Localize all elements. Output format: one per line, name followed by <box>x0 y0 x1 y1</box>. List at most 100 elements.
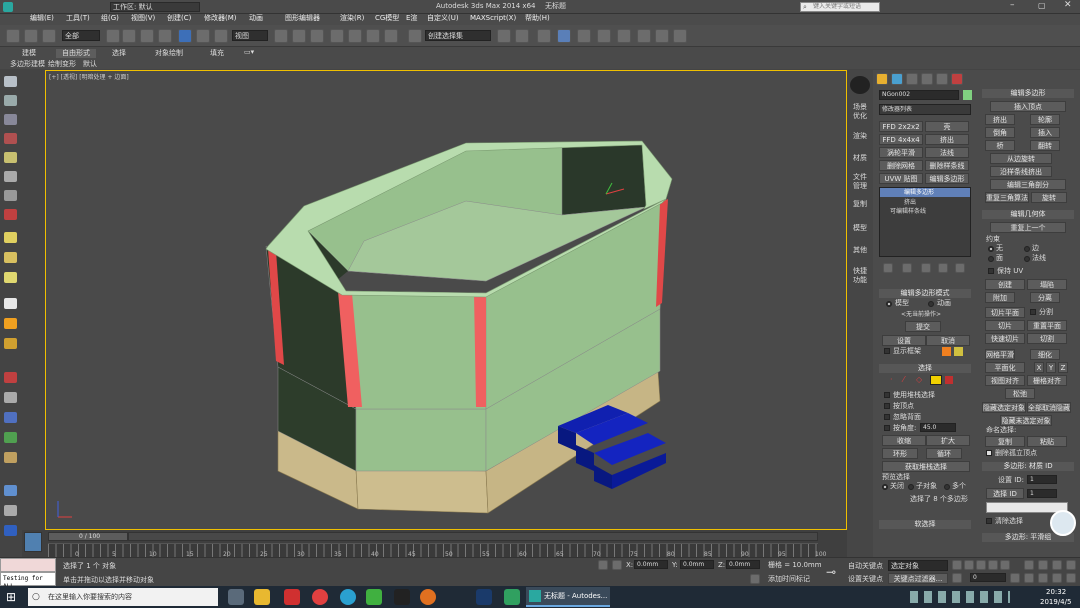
go-start-icon[interactable] <box>952 560 962 570</box>
taskbar-search-input[interactable]: 在这里输入你要搜索的内容 <box>48 592 132 602</box>
maxscript-listener[interactable] <box>0 558 56 572</box>
tub-model[interactable] <box>46 71 848 531</box>
commit-button[interactable]: 提交 <box>905 321 941 332</box>
create-button[interactable]: 创建 <box>985 279 1025 290</box>
pivot-center-icon[interactable] <box>274 29 288 43</box>
keyboard-shortcut-icon[interactable] <box>310 29 324 43</box>
track-bar[interactable] <box>48 543 818 557</box>
prev-frame-icon[interactable] <box>964 560 974 570</box>
select-rotate-icon[interactable] <box>196 29 210 43</box>
constraint-normal-radio[interactable] <box>1024 256 1030 262</box>
mod-uvw-map[interactable]: UVW 贴图 <box>879 173 923 184</box>
testing-field[interactable]: Testing for ALL <box>0 572 56 590</box>
tool-icon-21[interactable] <box>4 505 17 516</box>
search-input[interactable]: 键入关键字或短语 <box>813 3 861 11</box>
snap-toggle-icon[interactable] <box>330 29 344 43</box>
edit-polygons-header[interactable]: 编辑多边形 <box>982 89 1074 98</box>
shrink-button[interactable]: 收缩 <box>882 435 926 446</box>
lock-selection-icon[interactable] <box>598 560 608 570</box>
add-time-tag[interactable]: 添加时间标记 <box>768 575 810 584</box>
menu-maxscript[interactable]: MAXScript(X) <box>470 14 516 23</box>
taskbar-search-box[interactable]: ○ 在这里输入你要搜索的内容 <box>28 588 218 606</box>
menu-graph-editors[interactable]: 图形编辑器 <box>285 14 320 23</box>
menu-views[interactable]: 视图(V) <box>131 14 155 23</box>
bevel-button[interactable]: 倒角 <box>985 127 1015 138</box>
mod-delete-spline[interactable]: 删除样条线 <box>925 160 969 171</box>
animate-radio[interactable] <box>928 301 934 307</box>
tool-icon-7[interactable] <box>4 190 17 201</box>
tool-icon-3[interactable] <box>4 114 17 125</box>
layer-manager-icon[interactable] <box>537 29 551 43</box>
tool-icon-16[interactable] <box>4 392 17 403</box>
go-end-icon[interactable] <box>1000 560 1010 570</box>
graphite-toggle-icon[interactable] <box>557 29 571 43</box>
split-checkbox[interactable] <box>1030 309 1036 315</box>
show-end-result-icon[interactable] <box>902 263 912 273</box>
tool-icon-20[interactable] <box>4 485 17 496</box>
mod-shell[interactable]: 壳 <box>925 121 969 132</box>
rect-selection-icon[interactable] <box>140 29 154 43</box>
preserve-uv-checkbox[interactable] <box>988 268 994 274</box>
meshsmooth-button[interactable]: 网格平滑 <box>985 349 1015 360</box>
ribbon-subtab-paint-deform[interactable]: 绘制变形 <box>48 60 76 69</box>
loop-button[interactable]: 循环 <box>926 448 962 459</box>
app-orange-icon[interactable] <box>420 589 436 605</box>
maximize-icon[interactable]: ▢ <box>1038 1 1046 10</box>
tool-icon-18[interactable] <box>4 432 17 443</box>
mod-ffd4[interactable]: FFD 4x4x4 <box>879 134 923 145</box>
hide-selected-button[interactable]: 隐藏选定对象 <box>982 402 1026 413</box>
mod-edit-poly[interactable]: 编辑多边形 <box>925 173 969 184</box>
menu-cg-model[interactable]: CG模型 <box>375 14 399 23</box>
curve-editor-icon[interactable] <box>577 29 591 43</box>
reset-plane-button[interactable]: 重置平面 <box>1027 320 1067 331</box>
clear-sel-checkbox[interactable] <box>986 518 992 524</box>
tool-icon-15[interactable] <box>4 372 17 383</box>
tool-icon-17[interactable] <box>4 412 17 423</box>
tool-icon-13[interactable] <box>4 318 17 329</box>
select-object-icon[interactable] <box>106 29 120 43</box>
angle-spinner[interactable]: 45.0 <box>920 423 956 432</box>
time-config-icon[interactable] <box>1010 573 1020 583</box>
tool-icon-14[interactable] <box>4 338 17 349</box>
menu-edit[interactable]: 编辑(E) <box>30 14 54 23</box>
select-id-spinner[interactable]: 1 <box>1027 489 1057 498</box>
extrude-spline-button[interactable]: 沿样条线挤出 <box>990 166 1052 177</box>
close-icon[interactable]: ✕ <box>1064 1 1072 10</box>
angle-snap-icon[interactable] <box>348 29 362 43</box>
z-coord-field[interactable]: 0.0mm <box>726 560 760 569</box>
cancel-button[interactable]: 取消 <box>926 335 970 346</box>
subobj-polygon-icon[interactable] <box>930 375 942 385</box>
zoom-extents-icon[interactable] <box>1052 560 1062 570</box>
retriangulate-button[interactable]: 重复三角算法 <box>985 192 1029 203</box>
key-filter-dropdown[interactable]: 选定对象 <box>888 560 948 571</box>
show-cage-checkbox[interactable] <box>884 348 890 354</box>
ribbon-subtab-poly-modeling[interactable]: 多边形建模 <box>10 60 45 69</box>
flip-button[interactable]: 翻转 <box>1030 140 1060 151</box>
menu-animation[interactable]: 动画 <box>249 14 263 23</box>
y-coord-field[interactable]: 0.0mm <box>680 560 714 569</box>
tool-icon-10[interactable] <box>4 252 17 263</box>
tool-icon-19[interactable] <box>4 452 17 463</box>
planarize-y-button[interactable]: Y <box>1046 362 1056 373</box>
remove-modifier-icon[interactable] <box>938 263 948 273</box>
tool-icon-5[interactable] <box>4 152 17 163</box>
cut-button[interactable]: 切割 <box>1027 333 1067 344</box>
extrude-button[interactable]: 挤出 <box>985 114 1015 125</box>
cage-color-1[interactable] <box>942 347 951 356</box>
set-key-icon[interactable]: ⊸ <box>826 564 842 580</box>
planarize-x-button[interactable]: X <box>1034 362 1044 373</box>
ribbon-tab-populate[interactable]: 填充 <box>210 49 224 58</box>
subobj-vertex-icon[interactable]: · <box>890 376 898 384</box>
time-slider[interactable]: 0 / 100 <box>48 532 128 541</box>
constraint-edge-radio[interactable] <box>1024 246 1030 252</box>
schematic-view-icon[interactable] <box>597 29 611 43</box>
right-tab-file-mgmt[interactable]: 文件管理 <box>852 173 868 191</box>
start-button[interactable]: ⊞ <box>6 590 20 604</box>
link-icon[interactable] <box>24 29 38 43</box>
menu-tools[interactable]: 工具(T) <box>66 14 90 23</box>
mod-normal[interactable]: 法线 <box>925 147 969 158</box>
zoom-all-icon[interactable] <box>1038 560 1048 570</box>
edit-tri-button[interactable]: 编辑三角剖分 <box>990 179 1066 190</box>
view-align-button[interactable]: 视图对齐 <box>985 375 1025 386</box>
edit-geometry-header[interactable]: 编辑几何体 <box>982 210 1074 219</box>
